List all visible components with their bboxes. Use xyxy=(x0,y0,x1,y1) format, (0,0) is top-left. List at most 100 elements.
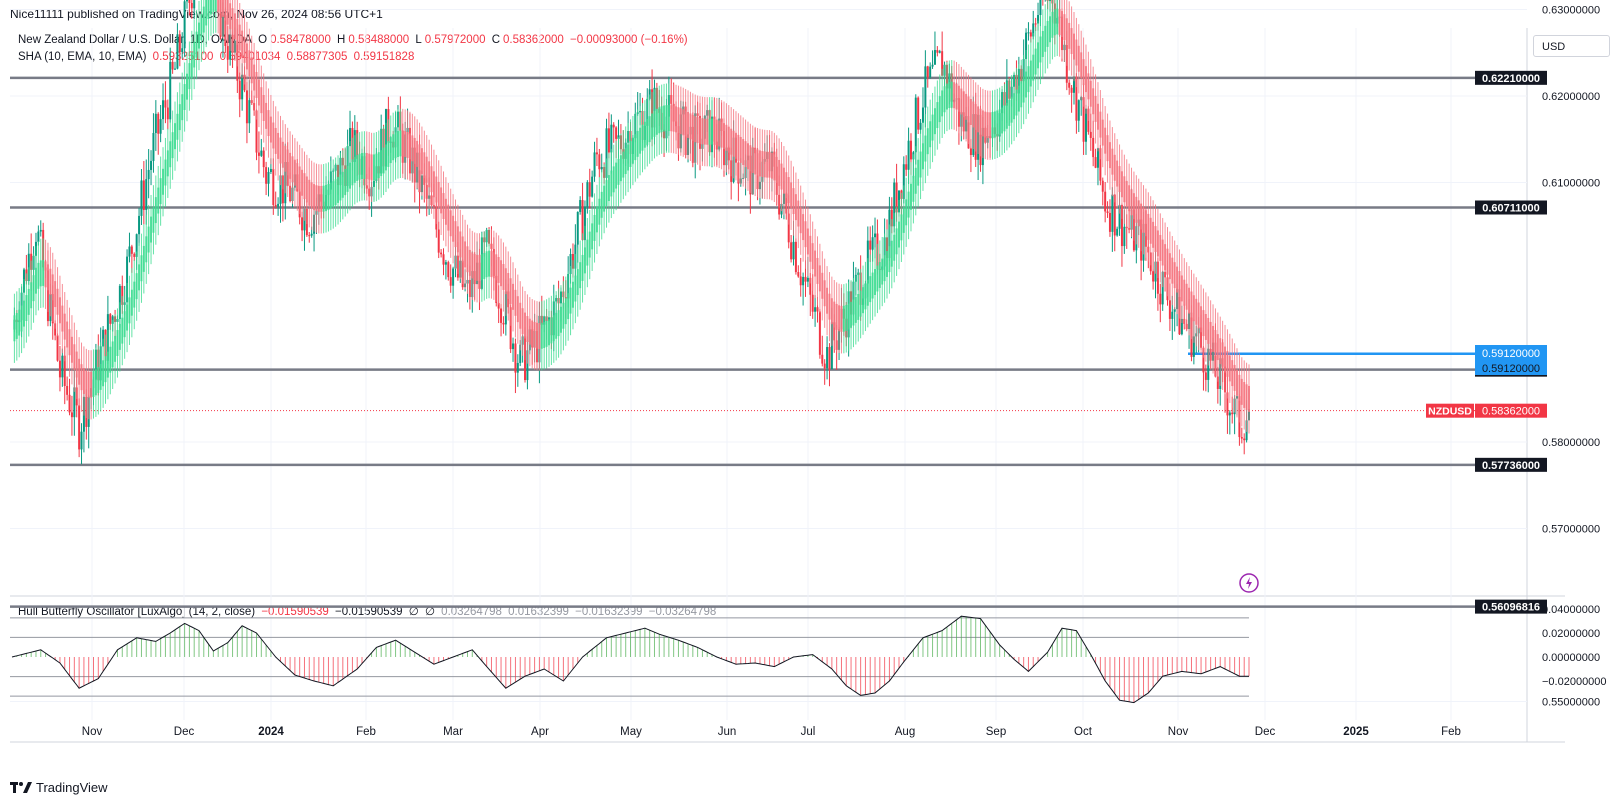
candle-body xyxy=(130,246,133,254)
sha-body xyxy=(1183,279,1186,306)
sha-body xyxy=(162,168,165,195)
sha-body xyxy=(197,22,200,49)
sha-body xyxy=(75,351,78,378)
sha-body xyxy=(919,151,922,178)
sha-body xyxy=(840,305,843,332)
sha-body xyxy=(500,260,503,287)
sha-body xyxy=(888,246,891,273)
sha-body xyxy=(1096,103,1099,130)
osc-tick-label: 0.00000000 xyxy=(1542,652,1600,664)
sha-body xyxy=(938,96,941,123)
sha-body xyxy=(61,305,64,332)
sha-body xyxy=(550,317,553,344)
sha-body xyxy=(332,181,335,208)
sha-body xyxy=(732,130,735,157)
candle-body xyxy=(269,168,272,172)
sha-body xyxy=(878,262,881,288)
sha-body xyxy=(63,313,66,340)
sha-body xyxy=(828,293,831,320)
sha-body xyxy=(1053,9,1056,36)
price-chart[interactable]: 0.660000000.650000000.630000000.62000000… xyxy=(0,0,1622,805)
sha-body xyxy=(684,110,687,137)
sha-body xyxy=(66,321,69,348)
osc-tick-label: 0.02000000 xyxy=(1542,628,1600,640)
sha-body xyxy=(440,187,443,214)
time-tick-label: May xyxy=(620,726,642,738)
sha-body xyxy=(495,254,498,281)
alert-flash-icon[interactable] xyxy=(1239,573,1259,593)
candle-body xyxy=(140,180,143,216)
sha-body xyxy=(900,214,903,241)
sha-body xyxy=(392,134,395,161)
sha-body xyxy=(411,135,414,162)
candle-body xyxy=(919,122,922,130)
sha-body xyxy=(663,105,666,132)
sha-body xyxy=(202,6,205,33)
candle-body xyxy=(612,124,615,128)
sha-price-label: 0.59120000 xyxy=(1482,348,1540,360)
sha-body xyxy=(140,255,143,282)
sha-body xyxy=(504,268,507,295)
sha-body xyxy=(363,152,366,179)
sha-body xyxy=(1029,60,1032,87)
sha-body xyxy=(37,262,40,289)
candle-body xyxy=(871,237,874,250)
sha-body xyxy=(605,180,608,207)
sha-body xyxy=(579,262,582,289)
sha-body xyxy=(701,118,704,145)
sha-body xyxy=(195,31,198,58)
candle-body xyxy=(1152,271,1155,282)
candle-body xyxy=(68,394,71,413)
sha-body xyxy=(912,175,915,202)
sha-body xyxy=(1152,221,1155,248)
sha-body xyxy=(1214,330,1217,356)
sha-body xyxy=(835,303,838,330)
sha-body xyxy=(229,3,232,30)
sha-body xyxy=(1216,334,1219,361)
sha-body xyxy=(871,272,874,299)
candle-body xyxy=(188,0,191,3)
sha-body xyxy=(895,228,898,255)
sha-body xyxy=(157,187,160,214)
sha-body xyxy=(531,320,534,347)
candle-body xyxy=(159,119,162,134)
sha-body xyxy=(236,18,239,45)
candle-body xyxy=(924,66,927,108)
time-tick-label: Nov xyxy=(82,726,103,738)
sha-body xyxy=(516,296,519,323)
sha-body xyxy=(181,94,184,121)
candle-body xyxy=(440,252,443,255)
candle-body xyxy=(66,385,69,395)
sha-body xyxy=(301,169,304,196)
candle-body xyxy=(147,169,150,180)
sha-body xyxy=(104,356,107,383)
sha-body xyxy=(224,0,227,21)
candle-body xyxy=(909,140,912,160)
sha-body xyxy=(286,149,289,176)
sha-body xyxy=(310,182,313,209)
candle-body xyxy=(171,61,174,70)
sha-body xyxy=(32,275,35,302)
sha-body xyxy=(607,175,610,202)
sha-body xyxy=(68,329,71,356)
sha-body xyxy=(847,303,850,330)
sha-body xyxy=(833,301,836,328)
sha-body xyxy=(452,215,455,242)
sha-body xyxy=(749,145,752,172)
price-tick-label: 0.63000000 xyxy=(1542,5,1600,17)
candle-body xyxy=(591,176,594,197)
footer-brand[interactable]: TradingView xyxy=(10,780,108,795)
sha-body xyxy=(238,24,241,51)
sha-body xyxy=(190,52,193,79)
price-tick-label: 0.55000000 xyxy=(1542,697,1600,709)
sha-body xyxy=(1231,360,1234,387)
price-tick-label: 0.62000000 xyxy=(1542,91,1600,103)
sha-body xyxy=(1248,385,1250,412)
sha-body xyxy=(118,323,121,350)
sha-body xyxy=(552,315,555,342)
candle-body xyxy=(821,354,824,364)
time-tick-label: Dec xyxy=(1255,726,1276,738)
sha-body xyxy=(99,363,102,390)
sha-body xyxy=(255,71,258,98)
sha-body xyxy=(1137,200,1140,227)
